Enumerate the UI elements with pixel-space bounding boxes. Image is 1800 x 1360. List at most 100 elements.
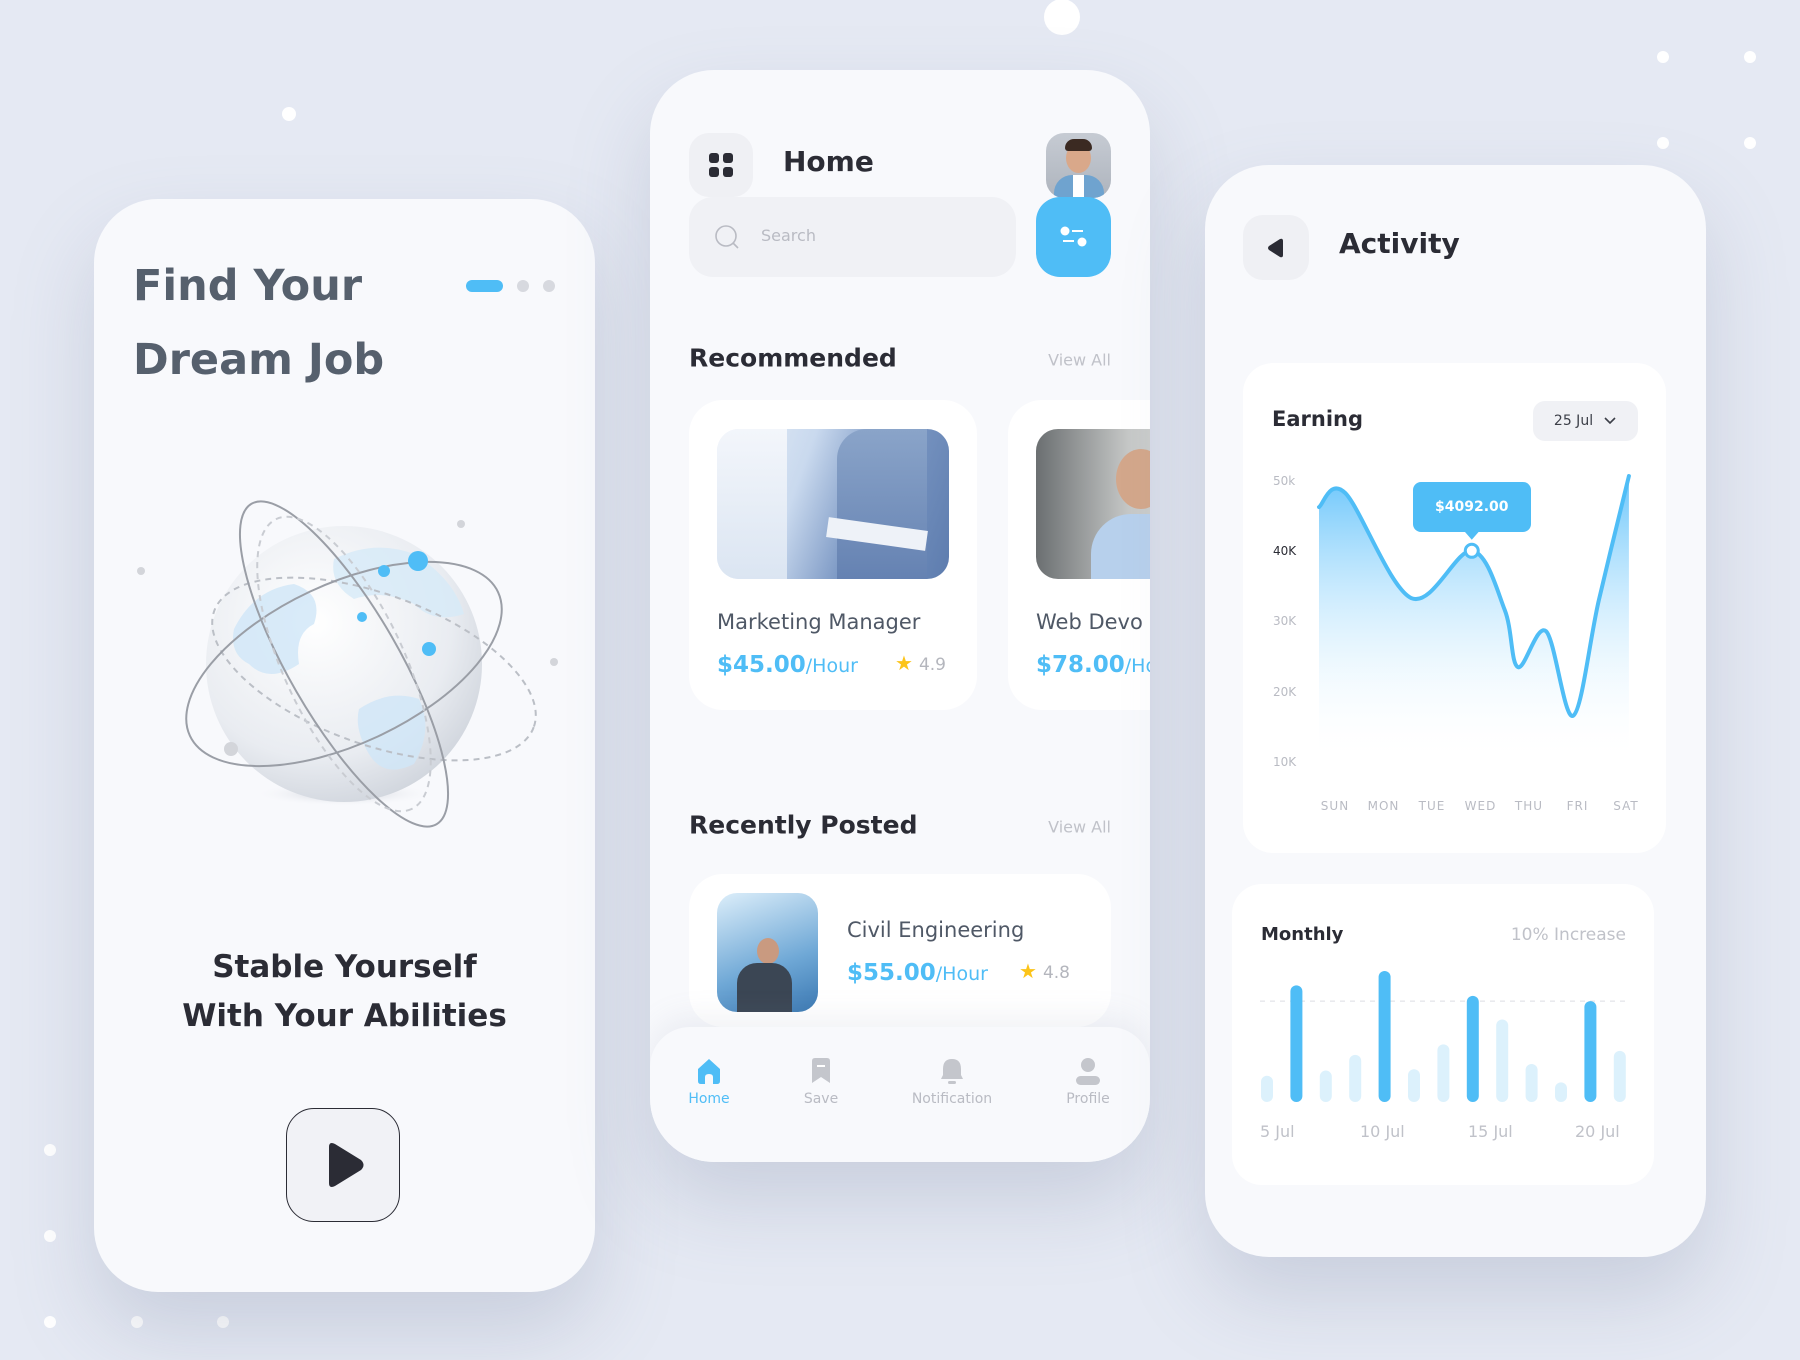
x-tick-label: TUE [1418,799,1446,813]
user-icon [1076,1058,1100,1085]
monthly-bar[interactable] [1319,1070,1332,1102]
bookmark-icon [812,1058,830,1083]
earning-chart [1316,474,1631,763]
activity-screen: Activity Earning 25 Jul 50k 40K 30K 20K … [1205,165,1706,1257]
onboarding-title: Find Your Dream Job [133,249,384,397]
job-rate: $55.00/Hour [847,960,988,986]
rate-unit: /Hour [805,655,858,677]
rate-value: $55.00 [847,960,936,986]
rate-unit: /Hour [935,963,988,985]
monthly-bar[interactable] [1290,985,1303,1102]
job-image [717,893,818,1012]
nav-profile[interactable]: Profile [1018,1057,1150,1107]
star-icon: ★ [895,651,913,675]
x-tick-label: THU [1514,799,1544,813]
home-screen: Home Search Recommended View All Marketi… [650,70,1150,1162]
nav-save[interactable]: Save [751,1057,891,1107]
x-tick-label: 10 Jul [1360,1122,1405,1141]
play-icon [329,1143,364,1187]
decor-dot [44,1316,56,1328]
monthly-bar[interactable] [1555,1082,1567,1102]
monthly-bar[interactable] [1261,1075,1273,1102]
monthly-bar[interactable] [1408,1069,1420,1102]
rate-unit: /Hou [1124,655,1150,677]
job-title: Civil Engineering [847,918,1025,942]
selected-point[interactable] [1463,542,1480,559]
job-rate: $78.00/Hou [1036,652,1150,678]
home-icon [698,1059,720,1084]
nav-notification[interactable]: Notification [882,1057,1022,1107]
back-button[interactable] [1243,215,1309,280]
rate-value: $45.00 [717,652,806,678]
job-rating: ★ 4.8 [1019,959,1070,983]
x-tick-label: WED [1464,799,1497,813]
filter-sliders-icon [1060,226,1086,247]
monthly-bar[interactable] [1525,1064,1538,1102]
monthly-bar[interactable] [1466,995,1479,1102]
decor-dot [1744,137,1756,149]
page-title: Home [783,145,874,178]
filter-button[interactable] [1036,197,1111,277]
decor-dot [131,1316,143,1328]
monthly-bar[interactable] [1378,971,1391,1102]
tooltip-value: $4092.00 [1435,498,1509,515]
job-rate: $45.00/Hour [717,652,858,678]
job-rating: ★ 4.9 [895,651,946,675]
nav-label: Profile [1066,1091,1110,1107]
decor-dot [1657,51,1669,63]
bottom-nav: Home Save Notification Profile [650,1027,1150,1162]
earning-card: Earning 25 Jul 50k 40K 30K 20K 10K SUN MO… [1243,363,1666,853]
job-card[interactable]: Web Devo $78.00/Hou [1008,400,1150,710]
rating-value: 4.8 [1042,963,1070,983]
monthly-bar[interactable] [1437,1044,1450,1102]
nav-label: Notification [911,1091,993,1107]
recent-job-card[interactable]: Civil Engineering $55.00/Hour ★ 4.8 [689,874,1111,1027]
nav-label: Save [803,1091,839,1107]
avatar[interactable] [1046,133,1111,198]
star-icon: ★ [1019,959,1037,983]
decor-dot [1044,0,1080,35]
bell-icon [941,1059,963,1084]
pager-dot[interactable] [517,280,529,292]
grid-icon [709,153,733,177]
tooltip-pointer [1464,531,1479,540]
title-line-1: Find Your [133,261,363,311]
x-tick-label: FRI [1566,799,1589,813]
search-placeholder: Search [761,226,816,245]
x-tick-label: 20 Jul [1575,1122,1620,1141]
monthly-bar[interactable] [1584,1001,1597,1102]
monthly-bar[interactable] [1613,1050,1626,1102]
onboarding-screen: Find Your Dream Job Stable Yourself With… [94,199,595,1292]
play-button[interactable] [286,1108,400,1222]
recent-view-all-link[interactable]: View All [1048,818,1111,837]
pager-dot-active[interactable] [466,280,503,292]
recommended-heading: Recommended [689,343,897,373]
chart-tooltip: $4092.00 [1412,481,1531,532]
x-tick-label: MON [1367,799,1400,813]
x-tick-label: 15 Jul [1468,1122,1513,1141]
job-card[interactable]: Marketing Manager $45.00/Hour ★ 4.9 [689,400,977,710]
decor-dot [1657,137,1669,149]
job-title: Web Devo [1036,610,1143,634]
search-input[interactable]: Search [689,197,1016,277]
x-tick-label: SUN [1320,799,1350,813]
tagline-line-1: Stable Yourself [212,949,477,985]
decor-dot [44,1230,56,1242]
job-image [1036,429,1150,579]
rate-value: $78.00 [1036,652,1125,678]
menu-button[interactable] [689,133,753,197]
monthly-bar[interactable] [1496,1019,1509,1102]
monthly-card: Monthly 10% Increase 5 Jul 10 Jul 15 Jul… [1232,884,1654,1185]
monthly-bar[interactable] [1349,1054,1362,1102]
page-title: Activity [1339,227,1460,260]
tagline-line-2: With Your Abilities [182,998,507,1034]
decor-dot [217,1316,229,1328]
search-icon [715,225,739,249]
pager-dot[interactable] [543,280,555,292]
decor-dot [44,1144,56,1156]
recommended-view-all-link[interactable]: View All [1048,351,1111,370]
title-line-2: Dream Job [133,335,385,385]
decor-dot [282,107,296,121]
back-arrow-icon [1268,238,1283,257]
job-title: Marketing Manager [717,610,921,634]
